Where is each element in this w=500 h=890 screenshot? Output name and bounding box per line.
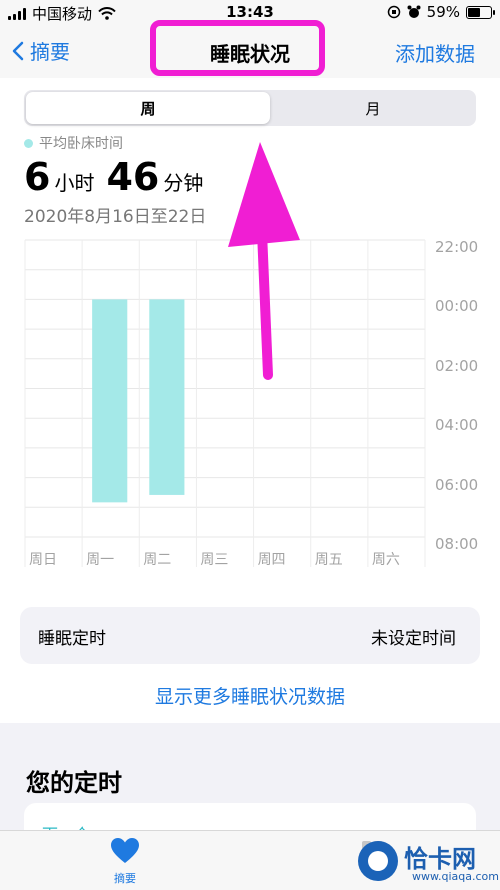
x-tick-label: 周五 <box>314 552 343 568</box>
y-tick-label: 00:00 <box>435 297 479 316</box>
period-segmented-control: 周 月 <box>24 90 476 126</box>
annotation-highlight-box <box>150 20 325 76</box>
y-tick-label: 22:00 <box>435 238 479 256</box>
x-tick-label: 周三 <box>200 552 229 568</box>
sleep-bar-周二[interactable] <box>149 299 185 495</box>
hours-value: 6 <box>24 155 51 199</box>
sleep-schedule-row[interactable]: 睡眠定时 未设定时间 <box>20 607 480 664</box>
battery-fill <box>468 7 480 17</box>
add-data-button[interactable]: 添加数据 <box>395 38 475 67</box>
legend-dot-icon <box>24 138 33 148</box>
y-tick-label: 08:00 <box>435 535 479 553</box>
x-tick-label: 周六 <box>371 552 400 568</box>
show-more-link[interactable]: 显示更多睡眠状况数据 <box>0 682 500 709</box>
x-tick-label: 周四 <box>257 552 286 568</box>
y-tick-label: 02:00 <box>435 356 479 375</box>
battery-icon <box>466 5 495 19</box>
legend-label: 平均卧床时间 <box>39 136 123 152</box>
sleep-chart: 22:00 00:00 02:00 04:00 06:00 08:00 周日 周一 周二 周三 周四… <box>0 230 500 580</box>
watermark-brand: 恰卡网 <box>404 845 476 873</box>
segment-week[interactable]: 周 <box>26 92 270 124</box>
watermark-url: www.qiaqa.com <box>412 870 499 883</box>
chart-grid <box>24 239 426 567</box>
sleep-bar-周一[interactable] <box>92 299 128 503</box>
average-duration: 6 小时 46 分钟 <box>24 155 215 199</box>
watermark-logo-icon <box>358 841 398 881</box>
sleep-schedule-value: 未设定时间 <box>371 629 456 649</box>
segment-month[interactable]: 月 <box>272 92 474 124</box>
x-tick-label: 周一 <box>86 552 115 568</box>
tab-summary-label: 摘要 <box>114 872 136 885</box>
heart-icon <box>111 838 139 863</box>
watermark: 恰卡网 www.qiaqa.com <box>352 833 500 889</box>
date-range: 2020年8月16日至22日 <box>24 207 207 227</box>
orientation-lock-icon <box>387 5 400 19</box>
chart-legend: 平均卧床时间 <box>24 133 123 153</box>
minutes-unit: 分钟 <box>163 171 204 195</box>
x-tick-label: 周二 <box>143 552 172 568</box>
minutes-value: 46 <box>106 155 160 199</box>
battery-percent: 59% <box>426 3 460 21</box>
sleep-schedule-label: 睡眠定时 <box>38 629 106 649</box>
tab-summary[interactable]: 摘要 <box>90 837 160 886</box>
y-tick-label: 04:00 <box>435 416 479 435</box>
chart-canvas <box>24 239 426 567</box>
hours-unit: 小时 <box>54 171 95 195</box>
section-title: 您的定时 <box>26 769 122 797</box>
status-right: 59% <box>387 3 495 21</box>
y-tick-label: 06:00 <box>435 475 479 494</box>
x-tick-label: 周日 <box>29 552 57 568</box>
alarm-icon <box>407 5 421 18</box>
